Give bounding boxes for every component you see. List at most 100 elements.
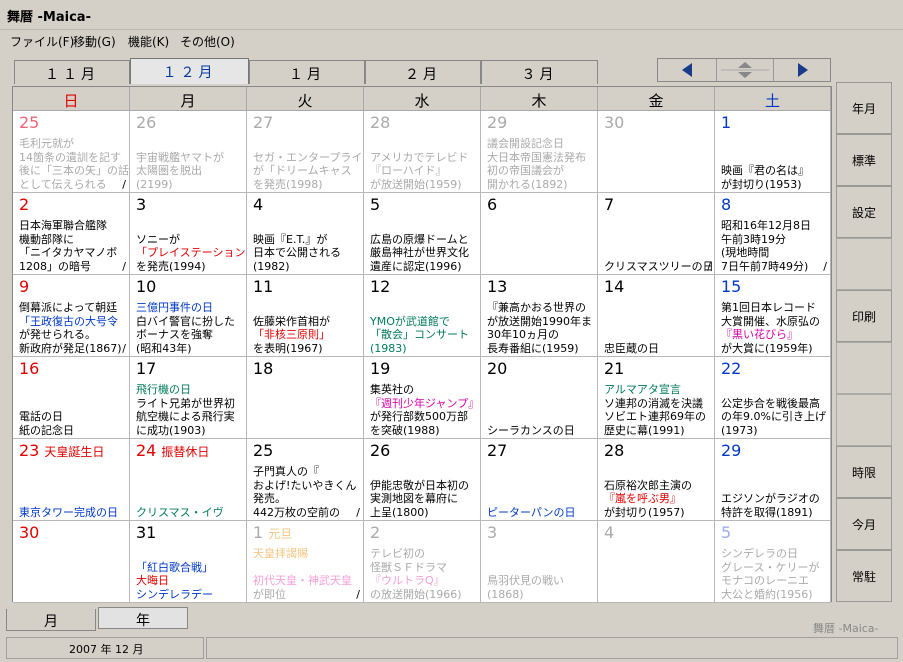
day-number-text: 31: [136, 523, 157, 542]
day-cell[interactable]: 26 伊能忠敬が日本初の 実測地図を幕府に 上呈(1800): [364, 439, 481, 521]
day-cell[interactable]: 31 「紅白歌合戦」 大晦日 シンデレラデー: [130, 521, 247, 603]
day-cell[interactable]: 3 鳥羽伏見の戦い (1868): [481, 521, 598, 603]
day-cell[interactable]: 11 佐藤栄作首相が 「非核三原則」 を表明(1967): [247, 275, 364, 357]
year-month-button[interactable]: 年月: [836, 82, 892, 134]
standard-button[interactable]: 標準: [836, 134, 892, 186]
day-cell[interactable]: 24 振替休日 クリスマス・イヴ: [130, 439, 247, 521]
day-cell[interactable]: 6: [481, 193, 598, 275]
day-cell[interactable]: 20 シーラカンスの日: [481, 357, 598, 439]
day-cell[interactable]: 8 昭和16年12月8日 午前3時19分 (現地時間 7日午前7時49分) /: [715, 193, 831, 275]
day-number-text: 25: [253, 441, 274, 460]
event-line: ライト兄弟が世界初: [136, 396, 235, 410]
resident-button[interactable]: 常駐: [836, 550, 892, 602]
day-cell[interactable]: 9 倒幕派によって朝廷 「王政復古の大号令 が発せられる。 新政府が発足(1867) /: [13, 275, 130, 357]
day-cell[interactable]: 2 テレビ初の 怪獣ＳＦドラマ 『ウルトラQ』 の放送開始(1966): [364, 521, 481, 603]
day-cell[interactable]: 30: [13, 521, 130, 603]
weekday-header: 火: [247, 87, 364, 111]
day-cell[interactable]: 29 議会開設記念日 大日本帝国憲法発布 初の帝国議会が 開かれる(1892): [481, 111, 598, 193]
prev-month-button[interactable]: [658, 59, 716, 81]
day-cell[interactable]: 30: [598, 111, 715, 193]
day-cell[interactable]: 13 『兼高かおる世界の が放送開始1990年ま 30年10ヵ月の 長寿番組に(1959…: [481, 275, 598, 357]
event-line: 公定歩合を戦後最高: [721, 396, 820, 410]
day-cell[interactable]: 4: [598, 521, 715, 603]
day-number-text: 27: [487, 441, 508, 460]
event-line: が即位: [253, 587, 286, 601]
day-cell[interactable]: 3 ソニーが 「プレイステーション を発売(1994): [130, 193, 247, 275]
print-button[interactable]: 印刷: [836, 290, 892, 342]
day-cell[interactable]: 5 シンデレラの日 グレース・ケリーが モナコのレーニエ 大公と婚約(1956): [715, 521, 831, 603]
tab-year-view[interactable]: 年: [98, 607, 188, 629]
event-line: 『嵐を呼ぶ男』: [604, 492, 681, 506]
event-text: YMOが武道館で 「散会」コンサート (1983): [370, 315, 478, 355]
day-cell[interactable]: 27 セガ・エンタープライ が「ドリームキャス を発売(1998): [247, 111, 364, 193]
day-cell[interactable]: 27 ピーターパンの日: [481, 439, 598, 521]
menu-other[interactable]: その他(O): [180, 33, 235, 50]
day-number-text: 24: [136, 441, 157, 460]
event-line: 開かれる(1892): [487, 177, 568, 191]
day-cell[interactable]: 4 映画『E.T.』が 日本で公開される (1982): [247, 193, 364, 275]
month-navigator: [657, 58, 831, 82]
event-line: 日本で公開される: [253, 246, 341, 260]
weekday-header: 水: [364, 87, 481, 111]
day-cell[interactable]: 23 天皇誕生日 東京タワー完成の日: [13, 439, 130, 521]
event-line: 機動部隊に: [19, 232, 74, 246]
day-number: 17: [136, 360, 156, 378]
day-cell[interactable]: 5 広島の原爆ドームと 厳島神社が世界文化 遺産に認定(1996): [364, 193, 481, 275]
settings-button[interactable]: 設定: [836, 186, 892, 238]
event-text: エジソンがラジオの 特許を取得(1891): [721, 492, 828, 519]
next-month-button[interactable]: [774, 59, 832, 81]
event-line: 上呈(1800): [370, 505, 429, 519]
menu-file[interactable]: ファイル(F): [10, 33, 74, 50]
day-cell[interactable]: 28 アメリカでテレビド 『ローハイド』 が放送開始(1959): [364, 111, 481, 193]
tab-march[interactable]: ３月: [481, 60, 598, 84]
day-cell[interactable]: 1 元旦 天皇拝謁賜 初代天皇・神武天皇 が即位 /: [247, 521, 364, 603]
day-cell[interactable]: 22 公定歩合を戦後最高 の年9.0%に引き上げ (1973): [715, 357, 831, 439]
event-line: 「プレイステーション: [136, 246, 246, 260]
menu-function[interactable]: 機能(K): [128, 33, 169, 50]
day-number: 25: [253, 442, 273, 460]
day-cell[interactable]: 28 石原裕次郎主演の 『嵐を呼ぶ男』 が封切り(1957): [598, 439, 715, 521]
event-text: 毛利元就が 14箇条の遺訓を記す 後に「三本の矢」の話 として伝えられる: [19, 137, 129, 191]
day-cell[interactable]: 25 毛利元就が 14箇条の遺訓を記す 後に「三本の矢」の話 として伝えられる /: [13, 111, 130, 193]
this-month-button[interactable]: 今月: [836, 498, 892, 550]
event-line: 7日午前7時49分): [721, 259, 809, 273]
event-text: 集英社の 『週刊少年ジャンプ』 が発行部数500万部 を突破(1988): [370, 383, 479, 437]
menu-move[interactable]: 移動(G): [73, 33, 116, 50]
day-number-text: 4: [604, 523, 615, 542]
day-number-text: 23: [19, 441, 40, 460]
day-cell[interactable]: 21 アルマアタ宣言 ソ連邦の消滅を決議 ソビエト連邦69年の 歴史に幕(1991): [598, 357, 715, 439]
day-cell[interactable]: 16 電話の日 紙の記念日: [13, 357, 130, 439]
day-cell[interactable]: 18: [247, 357, 364, 439]
day-cell[interactable]: 19 集英社の 『週刊少年ジャンプ』 が発行部数500万部 を突破(1988): [364, 357, 481, 439]
day-cell[interactable]: 26 宇宙戦艦ヤマトが 太陽圏を脱出 (2199): [130, 111, 247, 193]
day-number: 22: [721, 360, 741, 378]
time-limit-button[interactable]: 時限: [836, 446, 892, 498]
event-text: 映画『君の名は』 が封切り(1953): [721, 164, 828, 191]
day-cell[interactable]: 12 YMOが武道館で 「散会」コンサート (1983): [364, 275, 481, 357]
day-cell[interactable]: 14 忠臣蔵の日: [598, 275, 715, 357]
tab-december[interactable]: １２月: [130, 58, 249, 84]
event-text: 「紅白歌合戦」 大晦日 シンデレラデー: [136, 561, 244, 601]
day-cell[interactable]: 25 子門真人の『 およげ!たいやきくん 発売。 442万枚の空前の /: [247, 439, 364, 521]
tab-february[interactable]: ２月: [365, 60, 481, 84]
day-cell[interactable]: 17 飛行機の日 ライト兄弟が世界初 航空機による飛行実 に成功(1903): [130, 357, 247, 439]
event-text: セガ・エンタープライ が「ドリームキャス を発売(1998): [253, 151, 362, 191]
scroll-updown-button[interactable]: [716, 59, 774, 81]
event-line: シンデレラの日: [721, 547, 798, 561]
day-cell[interactable]: 1 映画『君の名は』 が封切り(1953): [715, 111, 831, 193]
event-text: 第1回日本レコード 大賞開催、水原弘の 『黒い花びら』 が大賞に(1959年): [721, 301, 828, 355]
menu-bar: ファイル(F) 移動(G) 機能(K) その他(O): [0, 30, 903, 52]
tab-january[interactable]: １月: [249, 60, 365, 84]
day-cell[interactable]: 29 エジソンがラジオの 特許を取得(1891): [715, 439, 831, 521]
day-number-text: 3: [136, 195, 147, 214]
day-number: 3: [487, 524, 497, 542]
day-number: 29: [487, 114, 507, 132]
day-cell[interactable]: 2 日本海軍聯合艦隊 機動部隊に 「ニイタカヤマノボ 1208」の暗号 /: [13, 193, 130, 275]
day-cell[interactable]: 10 三億円事件の日 白バイ警官に扮した ボーナスを強奪 (昭和43年): [130, 275, 247, 357]
day-cell[interactable]: 15 第1回日本レコード 大賞開催、水原弘の 『黒い花びら』 が大賞に(1959年): [715, 275, 831, 357]
event-line: 初代天皇・神武天皇: [253, 574, 352, 588]
event-line: ボーナスを強奪: [136, 328, 213, 342]
day-cell[interactable]: 7 クリスマスツリーの日 /: [598, 193, 715, 275]
tab-month-view[interactable]: 月: [6, 609, 96, 631]
tab-november[interactable]: １１月: [14, 60, 130, 84]
